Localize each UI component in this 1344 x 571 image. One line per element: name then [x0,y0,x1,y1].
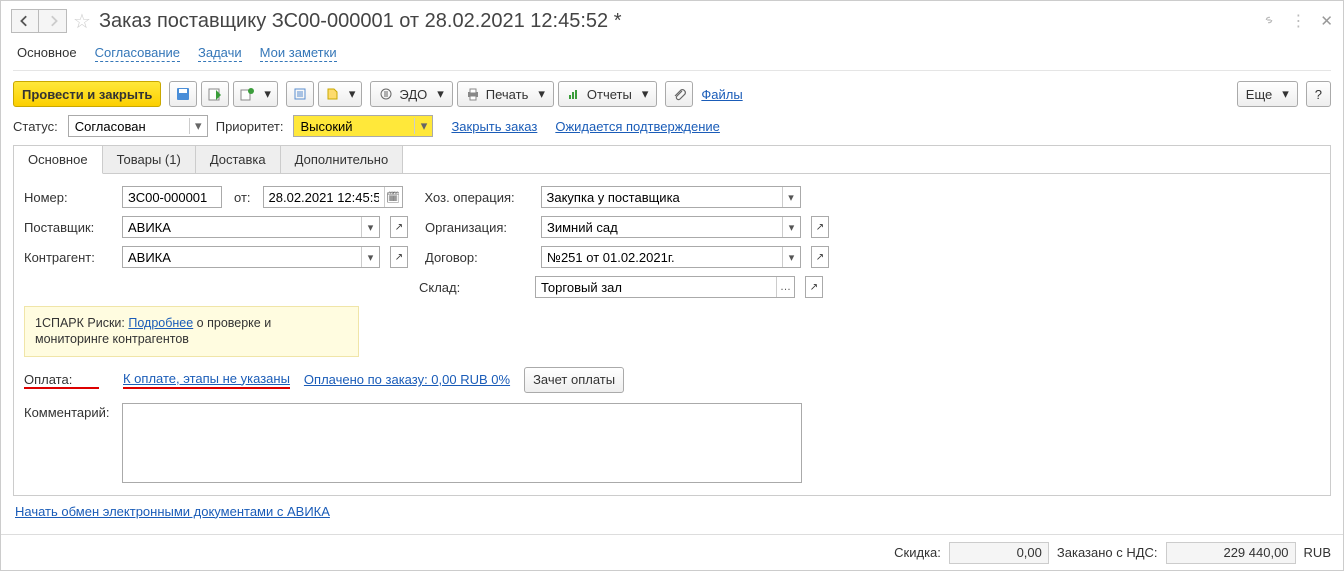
close-icon[interactable]: ✕ [1320,12,1333,30]
close-order-link[interactable]: Закрыть заказ [451,119,537,134]
link-icon[interactable] [1262,13,1276,30]
chevron-down-icon[interactable]: ▾ [189,118,207,134]
edo-button[interactable]: ЭДО▾ [370,81,452,107]
chevron-down-icon[interactable]: ▾ [782,187,800,207]
tab-goods[interactable]: Товары (1) [103,146,196,173]
open-icon[interactable]: ↗ [811,216,829,238]
number-field[interactable] [122,186,222,208]
counter-select[interactable]: ▾ [122,246,380,268]
calendar-icon[interactable]: 🗓 [384,187,402,207]
spark-more-link[interactable]: Подробнее [128,316,193,330]
files-link[interactable]: Файлы [701,87,742,102]
date-field[interactable]: 🗓 [263,186,403,208]
start-edo-link[interactable]: Начать обмен электронными документами с … [15,504,330,519]
post-and-close-button[interactable]: Провести и закрыть [13,81,161,107]
currency-label: RUB [1304,545,1331,560]
from-label: от: [234,190,251,205]
favorite-star-icon[interactable]: ☆ [73,9,91,34]
top-nav: Основное Согласование Задачи Мои заметки [1,41,1343,70]
spark-info: 1СПАРК Риски: Подробнее о проверке и мон… [24,306,359,357]
print-button[interactable]: Печать▾ [457,81,554,107]
counter-label: Контрагент: [24,250,114,265]
tab-main[interactable]: Основное [14,146,103,174]
nav-notes[interactable]: Мои заметки [260,45,337,62]
help-button[interactable]: ? [1306,81,1331,107]
chevron-down-icon[interactable]: ▾ [361,247,379,267]
nav-main[interactable]: Основное [17,45,77,62]
warehouse-label: Склад: [419,280,527,295]
toolbar: Провести и закрыть ▾ ▾ ЭДО▾ Печать▾ Отче… [1,79,1343,115]
discount-value: 0,00 [949,542,1049,564]
payment-label: Оплата: [24,372,109,387]
open-icon[interactable]: ↗ [390,246,408,268]
ellipsis-icon[interactable]: … [776,277,794,297]
chevron-down-icon[interactable]: ▾ [414,118,432,134]
operation-select[interactable]: ▾ [541,186,801,208]
comment-textarea[interactable] [122,403,802,483]
ordered-label: Заказано с НДС: [1057,545,1158,560]
attach-button[interactable] [665,81,693,107]
discount-label: Скидка: [894,545,941,560]
save-button[interactable] [169,81,197,107]
reports-button[interactable]: Отчеты▾ [558,81,657,107]
tab-delivery[interactable]: Доставка [196,146,281,173]
ordered-value: 229 440,00 [1166,542,1296,564]
operation-label: Хоз. операция: [425,190,533,205]
supplier-label: Поставщик: [24,220,114,235]
kebab-icon[interactable]: ⋮ [1290,11,1306,31]
post-button[interactable] [201,81,229,107]
more-button[interactable]: Еще▾ [1237,81,1298,107]
open-icon[interactable]: ↗ [805,276,823,298]
payment-offset-button[interactable]: Зачет оплаты [524,367,624,393]
status-label: Статус: [13,119,58,134]
tab-extra[interactable]: Дополнительно [281,146,404,173]
payment-stages-link[interactable]: К оплате, этапы не указаны [123,371,290,389]
window-title: Заказ поставщику ЗС00-000001 от 28.02.20… [99,10,622,33]
comment-label: Комментарий: [24,403,114,483]
chevron-down-icon[interactable]: ▾ [361,217,379,237]
priority-select[interactable]: ▾ [293,115,433,137]
org-label: Организация: [425,220,533,235]
warehouse-select[interactable]: … [535,276,795,298]
priority-label: Приоритет: [216,119,284,134]
chevron-down-icon[interactable]: ▾ [782,247,800,267]
paid-link[interactable]: Оплачено по заказу: 0,00 RUB 0% [304,372,510,387]
based-on-button[interactable]: ▾ [233,81,278,107]
nav-approval[interactable]: Согласование [95,45,180,62]
open-icon[interactable]: ↗ [390,216,408,238]
supplier-select[interactable]: ▾ [122,216,380,238]
create-based-button[interactable]: ▾ [318,81,363,107]
forward-button[interactable] [39,9,67,33]
doc-structure-button[interactable] [286,81,314,107]
open-icon[interactable]: ↗ [811,246,829,268]
org-select[interactable]: ▾ [541,216,801,238]
number-label: Номер: [24,190,114,205]
chevron-down-icon[interactable]: ▾ [782,217,800,237]
contract-select[interactable]: ▾ [541,246,801,268]
nav-tasks[interactable]: Задачи [198,45,242,62]
waiting-confirm-link[interactable]: Ожидается подтверждение [555,119,720,134]
contract-label: Договор: [425,250,533,265]
back-button[interactable] [11,9,39,33]
status-select[interactable]: ▾ [68,115,208,137]
